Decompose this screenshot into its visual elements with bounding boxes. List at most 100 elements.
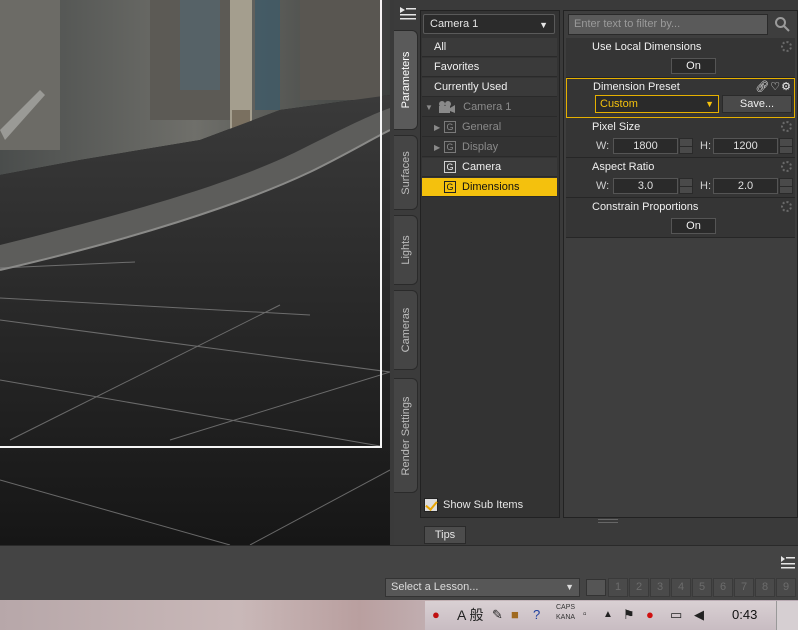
group-general[interactable]: ▶ G General xyxy=(422,118,557,137)
gear-icon[interactable] xyxy=(781,41,792,52)
gear-icon[interactable]: ⚙ xyxy=(781,81,792,93)
notification-icon[interactable]: ● xyxy=(432,605,440,625)
aspect-width-field[interactable]: 3.0 xyxy=(613,178,678,194)
prop-constrain-proportions: Constrain Proportions On xyxy=(566,198,795,238)
group-camera-1[interactable]: ▼ Camera 1 xyxy=(422,98,557,117)
clock[interactable]: 0:43 xyxy=(732,607,757,622)
link-icon[interactable]: 🔗︎ xyxy=(755,81,770,93)
filter-input[interactable]: Enter text to filter by... xyxy=(568,14,768,35)
prop-pixel-size: Pixel Size W: 1800 H: 1200 xyxy=(566,118,795,158)
chevron-up-icon[interactable]: ▲ xyxy=(603,605,613,625)
search-icon[interactable] xyxy=(774,16,790,32)
film-icon[interactable] xyxy=(586,579,606,596)
filter-placeholder: Enter text to filter by... xyxy=(574,18,681,30)
panel-splitter[interactable] xyxy=(598,519,618,523)
viewport-scene xyxy=(0,0,390,545)
lesson-step-3[interactable]: 3 xyxy=(650,578,670,597)
tab-render-settings-label: Render Settings xyxy=(399,396,412,475)
prop-label: Pixel Size xyxy=(592,121,641,133)
prop-label: Constrain Proportions xyxy=(592,201,699,213)
viewport[interactable] xyxy=(0,0,390,545)
kana-label: KANA xyxy=(556,614,576,621)
group-camera-label: Camera xyxy=(462,161,502,173)
save-preset-button[interactable]: Save... xyxy=(722,95,792,113)
tab-tips[interactable]: Tips xyxy=(424,526,466,544)
group-all[interactable]: All xyxy=(422,38,557,57)
ime-indicator[interactable]: A 般 xyxy=(457,605,483,625)
lesson-step-6[interactable]: 6 xyxy=(713,578,733,597)
tray-small-icon[interactable]: ▫ xyxy=(583,605,587,625)
group-favorites[interactable]: Favorites xyxy=(422,58,557,77)
side-tabs: Parameters Surfaces Lights Cameras Rende… xyxy=(394,0,420,545)
aspect-height-spinner[interactable] xyxy=(779,178,793,194)
lesson-step-9[interactable]: 9 xyxy=(776,578,796,597)
package-icon[interactable]: ■ xyxy=(511,605,519,625)
pane-menu-icon[interactable] xyxy=(399,6,417,22)
constrain-proportions-toggle[interactable]: On xyxy=(671,218,716,234)
camera-select[interactable]: Camera 1 ▼ xyxy=(423,14,555,34)
group-currently-used-label: Currently Used xyxy=(434,81,508,93)
prop-label: Aspect Ratio xyxy=(592,161,655,173)
tool-icon[interactable]: ✎ xyxy=(492,605,503,625)
camera-select-value: Camera 1 xyxy=(430,18,479,30)
network-icon[interactable]: ▭ xyxy=(670,605,682,625)
tab-lights[interactable]: Lights xyxy=(394,215,418,285)
expand-right-icon[interactable]: ▶ xyxy=(434,118,444,137)
expand-right-icon[interactable]: ▶ xyxy=(434,138,444,157)
pixel-height-field[interactable]: 1200 xyxy=(713,138,778,154)
use-local-dimensions-toggle[interactable]: On xyxy=(671,58,716,74)
gear-icon[interactable] xyxy=(781,121,792,132)
lesson-step-8[interactable]: 8 xyxy=(755,578,775,597)
pixel-height-spinner[interactable] xyxy=(779,138,793,154)
lesson-step-7[interactable]: 7 xyxy=(734,578,754,597)
aspect-height-field[interactable]: 2.0 xyxy=(713,178,778,194)
lesson-step-5[interactable]: 5 xyxy=(692,578,712,597)
checkbox-icon xyxy=(424,498,438,513)
tab-render-settings[interactable]: Render Settings xyxy=(394,378,418,493)
gear-icon[interactable] xyxy=(781,161,792,172)
height-label: H: xyxy=(700,140,711,152)
tab-parameters[interactable]: Parameters xyxy=(394,30,418,130)
help-icon[interactable]: ? xyxy=(533,605,540,625)
tab-surfaces[interactable]: Surfaces xyxy=(394,135,418,210)
group-icon: G xyxy=(444,121,456,134)
show-sub-items-checkbox[interactable]: Show Sub Items xyxy=(424,497,523,513)
show-desktop-button[interactable] xyxy=(776,601,798,630)
pixel-width-field[interactable]: 1800 xyxy=(613,138,678,154)
prop-label: Use Local Dimensions xyxy=(592,41,702,53)
aspect-width-spinner[interactable] xyxy=(679,178,693,194)
pixel-width-spinner[interactable] xyxy=(679,138,693,154)
group-currently-used[interactable]: Currently Used xyxy=(422,78,557,97)
chevron-down-icon: ▼ xyxy=(565,582,574,592)
gear-icon[interactable] xyxy=(781,201,792,212)
preset-actions: 🔗︎♡⚙ xyxy=(755,80,792,93)
group-icon: G xyxy=(444,161,456,174)
group-icon: G xyxy=(444,181,456,194)
group-display[interactable]: ▶ G Display xyxy=(422,138,557,157)
tab-cameras[interactable]: Cameras xyxy=(394,290,418,370)
antivirus-icon[interactable]: ● xyxy=(646,605,654,625)
dimension-preset-select[interactable]: Custom ▼ xyxy=(595,95,719,113)
group-display-label: Display xyxy=(462,141,499,153)
group-dimensions[interactable]: G Dimensions xyxy=(422,178,557,197)
flag-icon[interactable]: ⚑ xyxy=(623,605,635,625)
expand-down-icon[interactable]: ▼ xyxy=(425,98,435,117)
volume-icon[interactable]: ◀ xyxy=(694,605,704,625)
group-camera-1-label: Camera 1 xyxy=(463,101,512,113)
lesson-select[interactable]: Select a Lesson... ▼ xyxy=(385,578,580,597)
chevron-down-icon: ▼ xyxy=(705,99,714,109)
group-camera[interactable]: G Camera xyxy=(422,158,557,177)
lesson-step-2[interactable]: 2 xyxy=(629,578,649,597)
heart-icon[interactable]: ♡ xyxy=(770,81,781,93)
camera-icon xyxy=(439,101,456,114)
tab-lights-label: Lights xyxy=(399,235,412,265)
lesson-menu-icon[interactable] xyxy=(780,556,796,570)
dimension-preset-value: Custom xyxy=(600,98,638,110)
group-favorites-label: Favorites xyxy=(434,61,480,73)
lesson-step-1[interactable]: 1 xyxy=(608,578,628,597)
prop-use-local-dimensions: Use Local Dimensions On xyxy=(566,38,795,78)
caps-label: CAPS xyxy=(556,604,576,611)
prop-label: Dimension Preset xyxy=(593,81,680,93)
lesson-step-4[interactable]: 4 xyxy=(671,578,691,597)
tab-surfaces-label: Surfaces xyxy=(399,150,412,195)
